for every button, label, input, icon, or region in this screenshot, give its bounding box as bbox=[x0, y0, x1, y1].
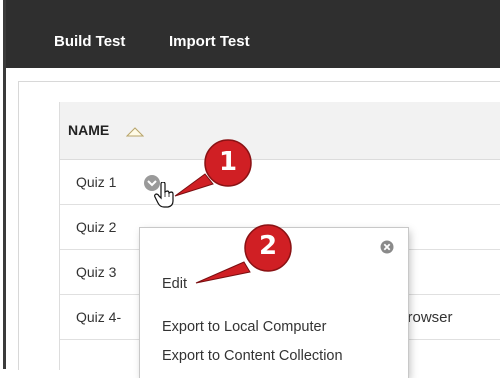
menu-item-export-collection[interactable]: Export to Content Collection bbox=[162, 348, 343, 364]
quiz-4-link[interactable]: Quiz 4- bbox=[76, 309, 121, 325]
quiz-1-link[interactable]: Quiz 1 bbox=[76, 174, 116, 190]
table-header-row: NAME bbox=[60, 102, 500, 160]
menu-item-export-local[interactable]: Export to Local Computer bbox=[162, 319, 326, 335]
quiz-2-link[interactable]: Quiz 2 bbox=[76, 219, 116, 235]
callout-2-number: 2 bbox=[258, 231, 278, 261]
import-test-button[interactable]: Import Test bbox=[169, 0, 250, 68]
build-test-button[interactable]: Build Test bbox=[54, 0, 125, 68]
sort-ascending-icon[interactable] bbox=[126, 127, 144, 137]
quiz-3-link[interactable]: Quiz 3 bbox=[76, 264, 116, 280]
name-column-header[interactable]: NAME bbox=[68, 122, 109, 138]
action-bar: Build Test Import Test bbox=[6, 0, 500, 68]
close-icon[interactable] bbox=[380, 240, 394, 254]
table-row: Quiz 1 bbox=[60, 160, 500, 208]
menu-item-edit[interactable]: Edit bbox=[162, 276, 187, 292]
callout-1-number: 1 bbox=[218, 147, 238, 177]
